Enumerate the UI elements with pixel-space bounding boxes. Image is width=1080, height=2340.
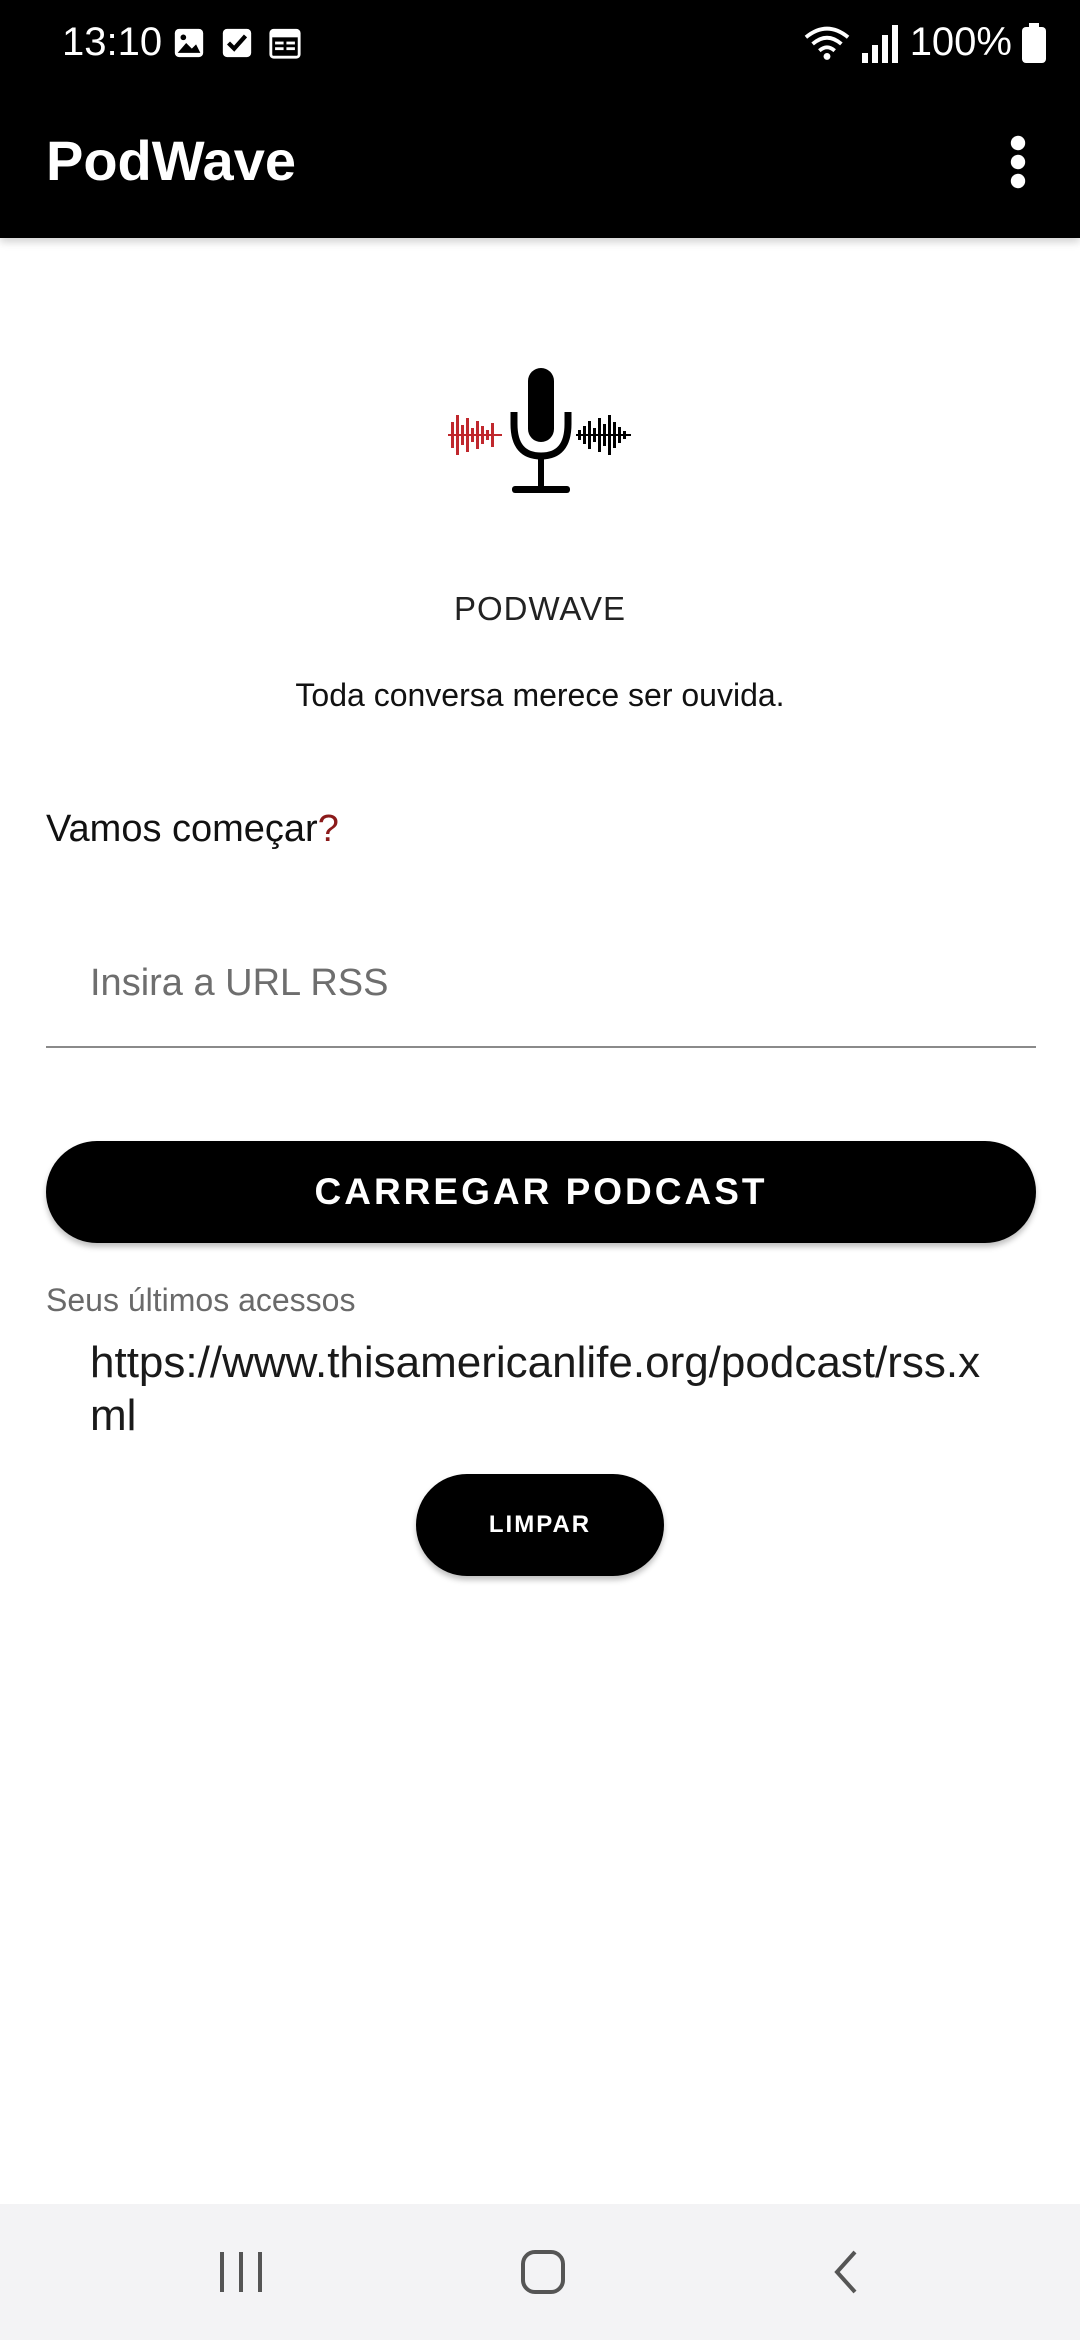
overflow-menu-button[interactable] (978, 122, 1058, 202)
wifi-icon (804, 26, 849, 60)
start-prompt-mark: ? (317, 808, 339, 850)
screen: 13:10 100% PodWave PODWAVE Toda conversa… (0, 0, 1080, 2340)
signal-icon (861, 24, 898, 63)
notification-icons (172, 26, 302, 60)
recent-apps-icon (220, 2252, 262, 2292)
recent-url-item[interactable]: https://www.thisamericanlife.org/podcast… (90, 1336, 990, 1442)
app-bar: PodWave (0, 86, 1080, 238)
more-vert-icon (1010, 135, 1026, 189)
battery-icon (1022, 22, 1046, 63)
rss-url-input[interactable] (46, 920, 1036, 1048)
status-time: 13:10 (62, 20, 163, 64)
image-icon (174, 28, 204, 58)
back-icon (834, 2250, 857, 2294)
recent-apps-button[interactable] (201, 2240, 281, 2304)
app-title: PodWave (46, 129, 296, 192)
clear-button[interactable]: LIMPAR (416, 1474, 664, 1576)
system-icons: 100% (804, 20, 1046, 65)
tagline: Toda conversa merece ser ouvida. (295, 677, 785, 713)
brand-name: PODWAVE (453, 590, 627, 627)
home-icon (521, 2250, 565, 2294)
recent-access-label: Seus últimos acessos (46, 1282, 356, 1318)
navigation-bar (0, 2204, 1080, 2340)
calendar-icon (269, 28, 301, 59)
back-button[interactable] (806, 2240, 886, 2304)
home-button[interactable] (503, 2240, 583, 2304)
microphone-waveform-icon (448, 368, 631, 493)
battery-percentage: 100% (909, 20, 1012, 64)
start-prompt: Vamos começar? (46, 808, 339, 851)
start-prompt-text: Vamos começar (46, 808, 318, 850)
status-bar: 13:10 100% (0, 0, 1080, 86)
load-podcast-button[interactable]: CARREGAR PODCAST (46, 1141, 1036, 1243)
check-box-icon (222, 28, 252, 58)
